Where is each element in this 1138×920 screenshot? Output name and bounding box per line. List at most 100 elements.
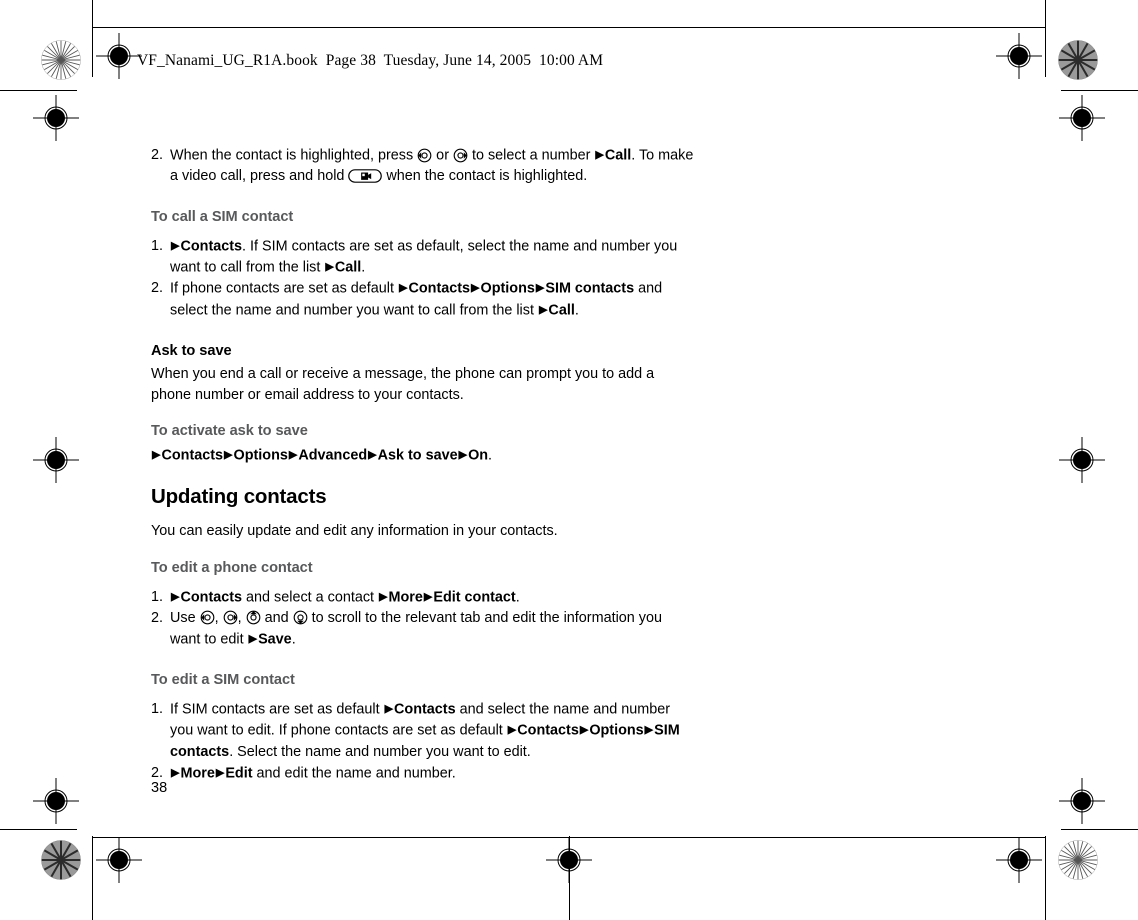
registration-target-top-right-outer bbox=[1059, 95, 1105, 141]
path-arrow-icon: ▶ bbox=[215, 766, 225, 779]
heading-to-edit-a-phone-contact: To edit a phone contact bbox=[151, 560, 313, 577]
text-fragment: and select a contact bbox=[242, 589, 379, 606]
nav-key-right-icon bbox=[453, 148, 468, 163]
menu-term-contacts: Contacts bbox=[180, 589, 243, 606]
registration-target-right-middle bbox=[1059, 437, 1105, 483]
path-arrow-icon: ▶ bbox=[384, 703, 394, 716]
text-fragment: , bbox=[237, 610, 246, 627]
list-item: 2. When the contact is highlighted, pres… bbox=[151, 145, 696, 187]
path-arrow-icon: ▶ bbox=[644, 724, 654, 737]
plate-rule-bottom bbox=[93, 837, 1045, 838]
paragraph-ask-to-save: When you end a call or receive a message… bbox=[151, 365, 655, 403]
text-fragment: . bbox=[515, 589, 520, 606]
list-item: 2. ▶More▶Edit and edit the name and numb… bbox=[151, 763, 696, 784]
star-target-top-left bbox=[41, 40, 81, 80]
list-item-number: 1. bbox=[151, 237, 164, 254]
list-item-body: ▶More▶Edit and edit the name and number. bbox=[170, 763, 696, 784]
star-target-bottom-left bbox=[41, 840, 81, 880]
list-item-body: ▶Contacts. If SIM contacts are set as de… bbox=[170, 236, 696, 279]
text-fragment: , bbox=[214, 610, 223, 627]
trim-line-bottom-center-vertical bbox=[569, 836, 570, 920]
list-item: 2. If phone contacts are set as default … bbox=[151, 278, 696, 321]
trim-line-top-left-horizontal bbox=[0, 90, 77, 91]
registration-target-top-left bbox=[96, 33, 142, 79]
path-arrow-icon: ▶ bbox=[399, 282, 408, 295]
trim-line-bottom-left-horizontal bbox=[0, 829, 77, 830]
heading-to-edit-a-sim-contact: To edit a SIM contact bbox=[151, 672, 295, 689]
video-call-key-icon bbox=[348, 168, 383, 184]
registration-target-left-middle bbox=[33, 437, 79, 483]
path-arrow-icon: ▶ bbox=[325, 261, 334, 274]
list-item-number: 2. bbox=[151, 610, 164, 627]
list-item-body: ▶Contacts and select a contact ▶More▶Edi… bbox=[170, 587, 696, 608]
menu-term-more: More bbox=[388, 589, 423, 606]
heading-ask-to-save: Ask to save bbox=[151, 343, 232, 360]
path-arrow-icon: ▶ bbox=[152, 449, 161, 462]
menu-term-on: On bbox=[468, 447, 489, 464]
trim-line-bottom-right-horizontal bbox=[1061, 829, 1138, 830]
list-item: 1. ▶Contacts and select a contact ▶More▶… bbox=[151, 587, 696, 608]
text-fragment: when the contact is highlighted. bbox=[382, 168, 588, 185]
menu-term-call: Call bbox=[334, 259, 362, 276]
printed-manual-page: VF_Nanami_UG_R1A.book Page 38 Tuesday, J… bbox=[0, 0, 1138, 920]
menu-term-ask-to-save: Ask to save bbox=[377, 447, 458, 464]
text-fragment: . bbox=[361, 259, 366, 276]
menu-term-contacts: Contacts bbox=[161, 447, 224, 464]
menu-term-sim-contacts: SIM contacts bbox=[545, 280, 635, 297]
path-arrow-icon: ▶ bbox=[224, 449, 233, 462]
list-item-number: 1. bbox=[151, 588, 164, 605]
path-arrow-icon: ▶ bbox=[423, 590, 433, 603]
path-arrow-icon: ▶ bbox=[288, 449, 298, 462]
trim-line-right-vertical-2 bbox=[1045, 836, 1046, 920]
path-arrow-icon: ▶ bbox=[248, 633, 258, 646]
list-item: 1. ▶Contacts. If SIM contacts are set as… bbox=[151, 236, 696, 279]
menu-term-contacts: Contacts bbox=[394, 701, 456, 718]
path-arrow-icon: ▶ bbox=[368, 449, 377, 462]
path-arrow-icon: ▶ bbox=[595, 149, 604, 161]
text-fragment: . Select the name and number you want to… bbox=[229, 743, 531, 760]
path-arrow-icon: ▶ bbox=[507, 724, 517, 737]
text-fragment: or bbox=[432, 147, 453, 164]
menu-term-call: Call bbox=[548, 302, 575, 319]
menu-term-options: Options bbox=[233, 447, 288, 464]
path-arrow-icon: ▶ bbox=[171, 590, 180, 603]
trim-line-right-vertical bbox=[1045, 0, 1046, 77]
star-target-top-right bbox=[1058, 40, 1098, 80]
menu-term-edit: Edit bbox=[225, 765, 253, 782]
path-arrow-icon: ▶ bbox=[579, 724, 589, 737]
registration-target-top-right bbox=[996, 33, 1042, 79]
path-arrow-icon: ▶ bbox=[379, 590, 388, 603]
registration-target-bottom-center bbox=[546, 837, 592, 883]
text-fragment: . bbox=[291, 631, 296, 648]
plate-rule-top bbox=[93, 27, 1045, 28]
list-item-body: If SIM contacts are set as default ▶Cont… bbox=[170, 699, 696, 762]
menu-term-contacts: Contacts bbox=[180, 238, 243, 255]
list-item-number: 2. bbox=[151, 147, 164, 163]
list-item-body: If phone contacts are set as default ▶Co… bbox=[170, 278, 696, 321]
text-fragment: If SIM contacts are set as default bbox=[170, 701, 384, 718]
list-item: 1. If SIM contacts are set as default ▶C… bbox=[151, 699, 696, 762]
heading-updating-contacts: Updating contacts bbox=[151, 484, 327, 508]
registration-target-bottom-right-outer bbox=[1059, 778, 1105, 824]
nav-key-right-icon bbox=[223, 610, 238, 625]
text-fragment: and edit the name and number. bbox=[252, 765, 456, 782]
registration-target-bottom-left-outer bbox=[33, 778, 79, 824]
menu-term-save: Save bbox=[258, 631, 292, 648]
text-fragment: When the contact is highlighted, press bbox=[170, 147, 418, 164]
registration-target-top-left-outer bbox=[33, 95, 79, 141]
nav-key-left-icon bbox=[417, 148, 432, 163]
registration-target-bottom-right-plate bbox=[996, 837, 1042, 883]
trim-line-left-vertical bbox=[92, 0, 93, 77]
manual-body-column: 2. When the contact is highlighted, pres… bbox=[151, 145, 696, 784]
trim-line-left-vertical-2 bbox=[92, 836, 93, 920]
star-target-bottom-right bbox=[1058, 840, 1098, 880]
menu-term-options: Options bbox=[480, 280, 535, 297]
menu-term-call: Call bbox=[604, 147, 632, 164]
menu-term-options: Options bbox=[589, 722, 644, 739]
menu-term-advanced: Advanced bbox=[298, 447, 368, 464]
menu-term-contacts: Contacts bbox=[408, 280, 471, 297]
path-arrow-icon: ▶ bbox=[538, 303, 548, 316]
path-arrow-icon: ▶ bbox=[458, 449, 468, 462]
book-file-header: VF_Nanami_UG_R1A.book Page 38 Tuesday, J… bbox=[137, 52, 604, 69]
text-fragment: to select a number bbox=[467, 147, 595, 164]
